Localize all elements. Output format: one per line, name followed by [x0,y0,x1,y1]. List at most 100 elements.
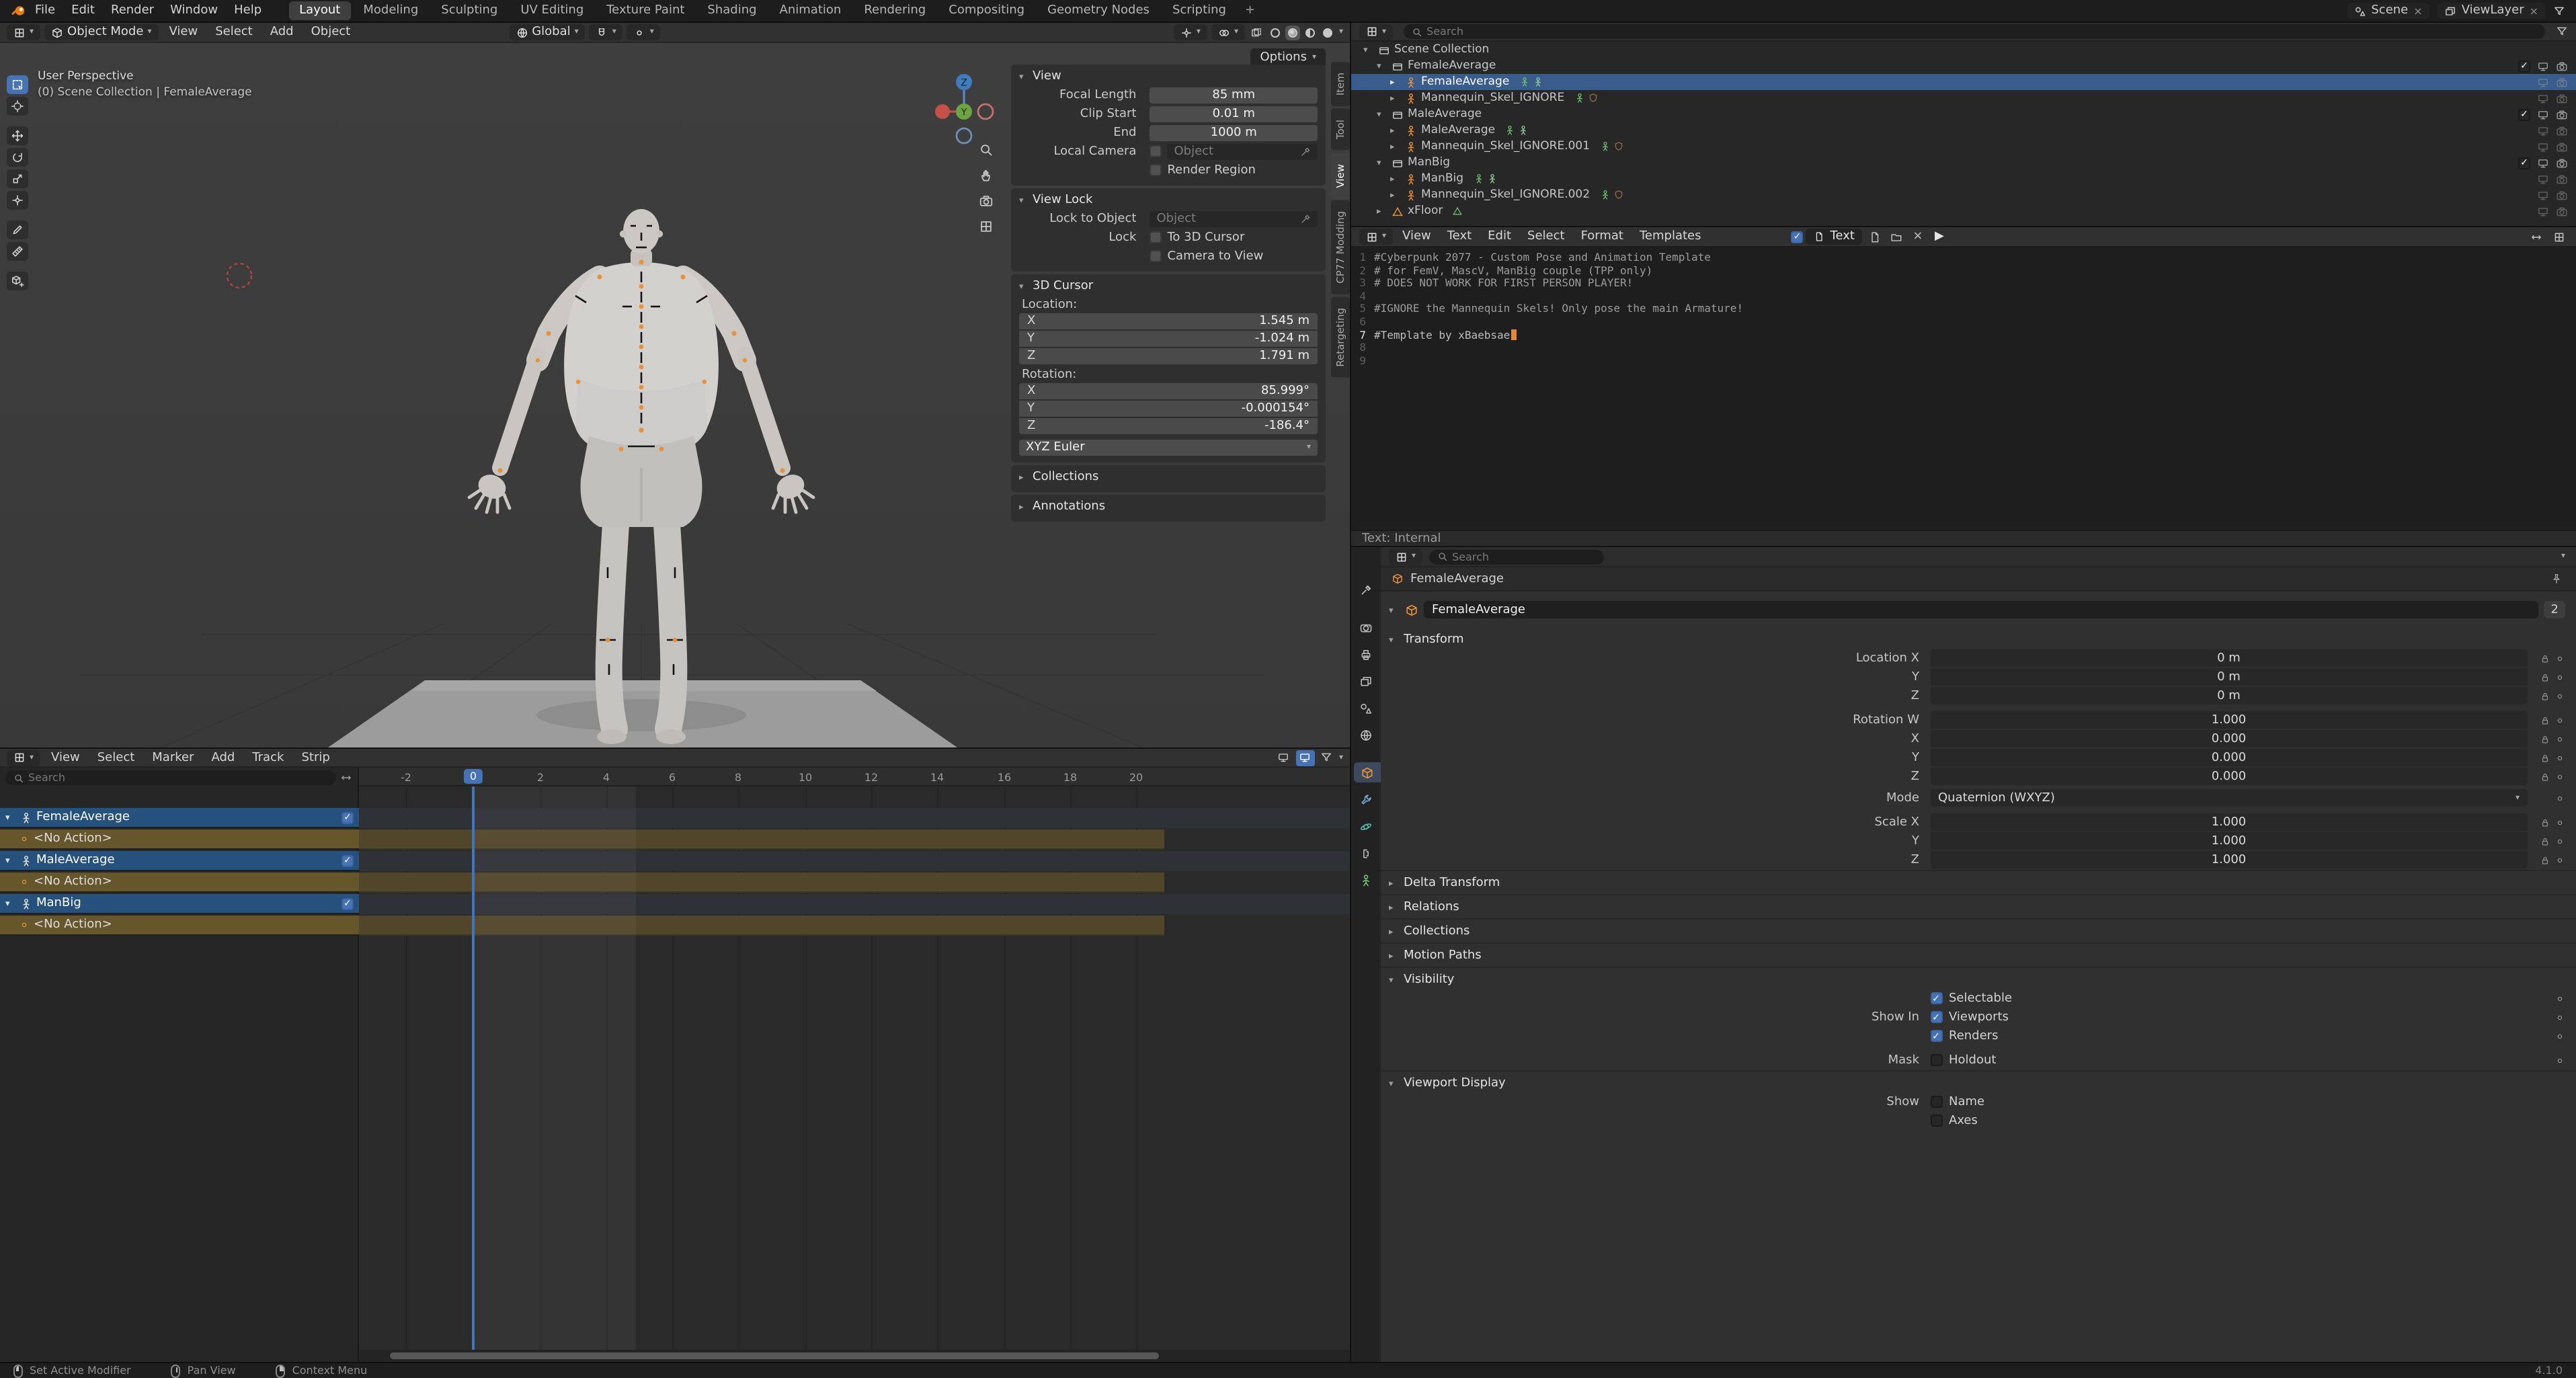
viewlayer-filter-icon[interactable] [2553,5,2565,17]
text-editor-type-button[interactable]: ▾ [1359,229,1393,245]
word-wrap-icon[interactable] [2526,229,2545,245]
location-y-field[interactable]: 0 m [1930,669,2528,686]
menu-help[interactable]: Help [226,3,270,19]
sidebar-tab-tool[interactable]: Tool [1331,109,1350,150]
animate-dot-icon[interactable] [2554,993,2565,1004]
rotation-order-dropdown[interactable]: XYZ Euler▾ [1019,439,1318,455]
lock-icon[interactable] [2540,771,2550,782]
new-text-button[interactable] [1865,229,1884,245]
ortho-grid-icon[interactable] [979,219,994,234]
nla-menu-track[interactable]: Track [245,751,290,764]
snapping-button[interactable]: ▾ [590,24,623,40]
scale-x-field[interactable]: 1.000 [1930,814,2528,831]
rotation-w-field[interactable]: 1.000 [1930,712,2528,729]
hide-in-viewport-icon[interactable] [2537,60,2549,72]
lock-icon[interactable] [2540,672,2550,682]
outliner-row-femaleaverage-armature[interactable]: ▸ FemaleAverage [1351,74,2576,90]
animate-dot-icon[interactable] [2554,1055,2565,1065]
panel-view-collapse[interactable]: ▾ [1019,71,1030,82]
workspace-tab-modeling[interactable]: Modeling [352,1,429,20]
outliner-row-manbig-collection[interactable]: ▾ ManBig ✓ [1351,155,2576,171]
track-mute-checkbox[interactable]: ✓ [341,811,354,823]
object-name-field[interactable]: FemaleAverage [1424,601,2539,618]
nla-track-manbig[interactable]: ▾ ManBig ✓ [0,894,359,914]
local-camera-checkbox[interactable] [1150,145,1162,157]
disable-in-render-icon[interactable] [2556,60,2568,72]
tool-move[interactable] [7,126,28,145]
tool-measure[interactable] [7,242,28,261]
nla-search-input[interactable] [28,772,328,784]
syntax-highlight-icon[interactable] [2549,229,2568,245]
outliner-row-maleaverage-armature[interactable]: ▸ MaleAverage [1351,122,2576,138]
disable-in-render-icon[interactable] [2556,205,2568,217]
viewport-menu-object[interactable]: Object [305,26,358,39]
text-menu-format[interactable]: Format [1574,230,1630,243]
outliner-filter-icon[interactable] [2556,26,2568,38]
nla-show-hidden-icon[interactable] [1296,749,1315,766]
viewport-menu-add[interactable]: Add [264,26,300,39]
cursor-rotation-y-field[interactable]: Y-0.000154° [1019,401,1318,417]
animate-dot-icon[interactable] [2554,715,2565,725]
show-renders-checkbox[interactable]: ✓ [1930,1030,1942,1042]
lock-icon[interactable] [2540,715,2550,725]
render-region-checkbox[interactable] [1150,164,1162,176]
shading-options-icon[interactable]: ▾ [1339,28,1343,36]
panel-visibility-header[interactable]: ▾Visibility [1389,969,2565,989]
nla-menu-marker[interactable]: Marker [145,751,200,764]
animate-dot-icon[interactable] [2554,1012,2565,1022]
local-camera-object-field[interactable]: Object [1167,143,1318,159]
outliner-row-mannequin-skel-002[interactable]: ▸ Mannequin_Skel_IGNORE.002 [1351,187,2576,203]
animate-dot-icon[interactable] [2554,771,2565,782]
nla-track-femaleaverage[interactable]: ▾ FemaleAverage ✓ [0,808,359,828]
animate-dot-icon[interactable] [2554,854,2565,865]
lock-icon[interactable] [2540,817,2550,827]
text-datablock-field[interactable]: Text [1806,229,1863,245]
overlays-toggle[interactable]: ▾ [1211,24,1245,40]
outliner-search-box[interactable] [1404,24,2545,39]
nla-menu-add[interactable]: Add [205,751,242,764]
xray-toggle[interactable] [1249,25,1264,40]
hide-in-viewport-icon[interactable] [2537,124,2549,136]
outliner-row-mannequin-skel[interactable]: ▸ Mannequin_Skel_IGNORE [1351,90,2576,106]
outliner-row-manbig-armature[interactable]: ▸ ManBig [1351,171,2576,187]
cursor-location-z-field[interactable]: Z1.791 m [1019,348,1318,364]
viewlayer-unlink-icon[interactable]: × [2530,5,2538,17]
disable-in-render-icon[interactable] [2556,108,2568,120]
panel-viewport-display-header[interactable]: ▾Viewport Display [1389,1073,2565,1093]
tab-render[interactable] [1353,617,1379,637]
blender-logo-icon[interactable] [11,3,27,19]
unlink-text-button[interactable]: × [1908,229,1927,245]
tool-annotate[interactable] [7,220,28,239]
outliner-row-maleaverage-collection[interactable]: ▾ MaleAverage ✓ [1351,106,2576,122]
animate-dot-icon[interactable] [2554,793,2565,803]
tab-world[interactable] [1353,725,1379,745]
nla-track-no-action[interactable]: <No Action> [0,873,359,893]
animate-dot-icon[interactable] [2554,1030,2565,1041]
disable-in-render-icon[interactable] [2556,76,2568,88]
menu-window[interactable]: Window [162,3,226,19]
nla-menu-strip[interactable]: Strip [295,751,337,764]
hide-in-viewport-icon[interactable] [2537,189,2549,201]
disable-in-render-icon[interactable] [2556,92,2568,104]
lock-to-object-field[interactable]: Object [1150,210,1318,227]
collection-exclude-checkbox[interactable]: ✓ [2518,60,2530,72]
cursor-location-y-field[interactable]: Y-1.024 m [1019,331,1318,347]
text-menu-select[interactable]: Select [1521,230,1572,243]
gizmos-toggle[interactable]: ▾ [1174,24,1207,40]
outliner-row-scene-collection[interactable]: ▾ Scene Collection [1351,42,2576,58]
panel-3d-cursor-collapse[interactable]: ▾ [1019,281,1030,292]
animate-dot-icon[interactable] [2554,653,2565,663]
interaction-mode-dropdown[interactable]: Object Mode▾ [44,24,158,40]
show-axes-checkbox[interactable] [1930,1114,1942,1127]
playhead[interactable] [472,786,475,1350]
holdout-checkbox[interactable] [1930,1054,1942,1066]
show-name-checkbox[interactable] [1930,1096,1942,1108]
cursor-rotation-x-field[interactable]: X85.999° [1019,383,1318,399]
text-menu-templates[interactable]: Templates [1633,230,1708,243]
shading-solid-button[interactable] [1285,25,1300,40]
camera-to-view-checkbox[interactable] [1150,250,1162,262]
nla-track-no-action[interactable]: <No Action> [0,916,359,936]
tab-constraints[interactable] [1353,843,1379,863]
tool-add-cube[interactable] [7,272,28,290]
shading-wireframe-button[interactable] [1268,25,1283,40]
